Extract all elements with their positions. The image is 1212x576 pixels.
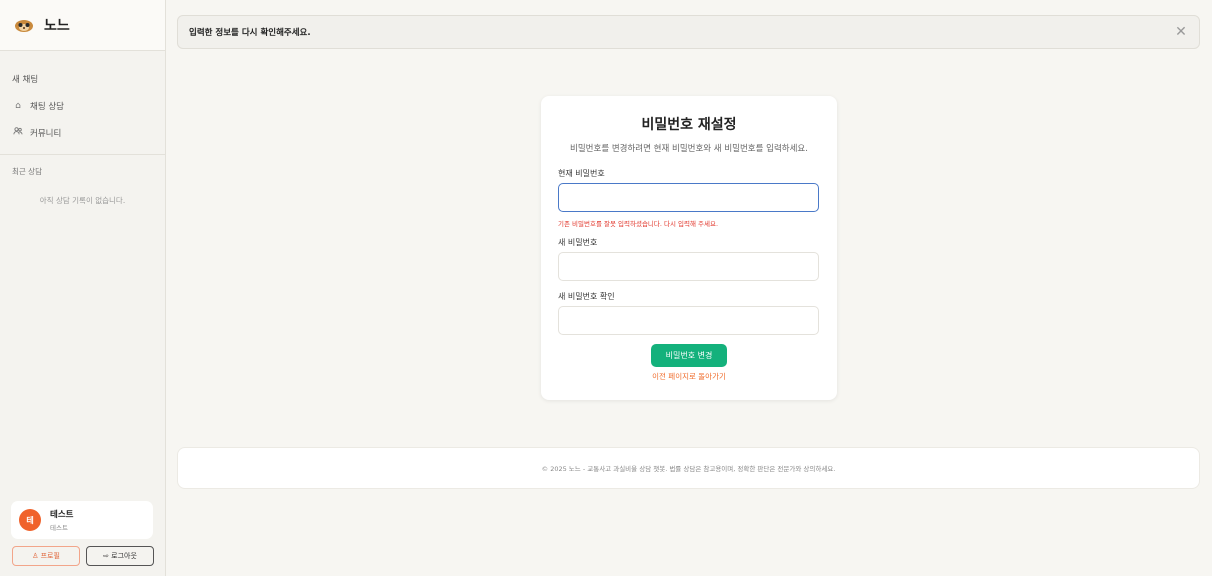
current-password-input[interactable] bbox=[558, 183, 819, 212]
confirm-password-input[interactable] bbox=[558, 306, 819, 335]
sidebar-item-chat-consult[interactable]: ⌂ 채팅 상담 bbox=[0, 92, 165, 119]
sidebar-item-label: 새 채팅 bbox=[12, 74, 39, 85]
user-card[interactable]: 테 테스트 테스트 bbox=[11, 501, 153, 539]
user-subtitle: 테스트 bbox=[50, 524, 68, 532]
brand[interactable]: 노느 bbox=[0, 0, 165, 51]
current-password-error: 기존 비밀번호를 잘못 입력하셨습니다. 다시 입력해 주세요. bbox=[558, 220, 719, 228]
meerkat-logo-icon bbox=[15, 20, 33, 32]
password-reset-card: 비밀번호 재설정 비밀번호를 변경하려면 현재 비밀번호와 새 비밀번호를 입력… bbox=[541, 96, 837, 400]
current-password-group: 현재 비밀번호 기존 비밀번호를 잘못 입력하셨습니다. 다시 입력해 주세요. bbox=[558, 168, 819, 228]
user-name: 테스트 bbox=[50, 510, 74, 520]
sidebar: 노느 새 채팅 ⌂ 채팅 상담 커뮤니티 최근 상담 아직 상담 기록이 없습니… bbox=[0, 0, 166, 576]
change-password-button[interactable]: 비밀번호 변경 bbox=[651, 344, 727, 367]
logout-button[interactable]: ⇨ 로그아웃 bbox=[86, 546, 154, 566]
close-icon[interactable]: ✕ bbox=[1173, 24, 1189, 40]
sidebar-item-new-chat[interactable]: 새 채팅 bbox=[0, 65, 165, 92]
footer-text: © 2025 노느 - 교통사고 과실비율 상담 챗봇. 법률 상담은 참고용이… bbox=[541, 465, 836, 473]
confirm-password-label: 새 비밀번호 확인 bbox=[558, 292, 615, 301]
alert-banner: 입력한 정보를 다시 확인해주세요. ✕ bbox=[177, 15, 1200, 49]
alert-message: 입력한 정보를 다시 확인해주세요. bbox=[189, 28, 311, 38]
new-password-group: 새 비밀번호 bbox=[558, 237, 819, 281]
new-password-input[interactable] bbox=[558, 252, 819, 281]
sidebar-nav: 새 채팅 ⌂ 채팅 상담 커뮤니티 bbox=[0, 51, 165, 155]
app-root: 노느 새 채팅 ⌂ 채팅 상담 커뮤니티 최근 상담 아직 상담 기록이 없습니… bbox=[0, 0, 1212, 576]
users-icon bbox=[12, 127, 24, 138]
recent-consult-title: 최근 상담 bbox=[12, 167, 42, 176]
page-title: 비밀번호 재설정 bbox=[641, 117, 737, 133]
card-description: 비밀번호를 변경하려면 현재 비밀번호와 새 비밀번호를 입력하세요. bbox=[570, 144, 808, 154]
brand-name: 노느 bbox=[44, 18, 70, 34]
user-info: 테스트 테스트 bbox=[50, 508, 73, 532]
back-link[interactable]: 이전 페이지로 돌아가기 bbox=[541, 371, 837, 382]
sidebar-item-label: 채팅 상담 bbox=[30, 101, 64, 112]
empty-history-text: 아직 상담 기록이 없습니다. bbox=[39, 196, 126, 205]
profile-button[interactable]: ♙ 프로필 bbox=[12, 546, 80, 566]
home-icon: ⌂ bbox=[15, 100, 21, 111]
main-content: 입력한 정보를 다시 확인해주세요. ✕ 비밀번호 재설정 비밀번호를 변경하려… bbox=[166, 0, 1212, 576]
footer: © 2025 노느 - 교통사고 과실비율 상담 챗봇. 법률 상담은 참고용이… bbox=[177, 447, 1200, 489]
avatar: 테 bbox=[19, 509, 41, 531]
sidebar-item-community[interactable]: 커뮤니티 bbox=[0, 119, 165, 146]
sidebar-buttons: ♙ 프로필 ⇨ 로그아웃 bbox=[12, 546, 154, 566]
sidebar-item-label: 커뮤니티 bbox=[30, 128, 62, 139]
new-password-label: 새 비밀번호 bbox=[558, 238, 598, 247]
confirm-password-group: 새 비밀번호 확인 bbox=[558, 291, 819, 335]
current-password-label: 현재 비밀번호 bbox=[558, 169, 605, 178]
